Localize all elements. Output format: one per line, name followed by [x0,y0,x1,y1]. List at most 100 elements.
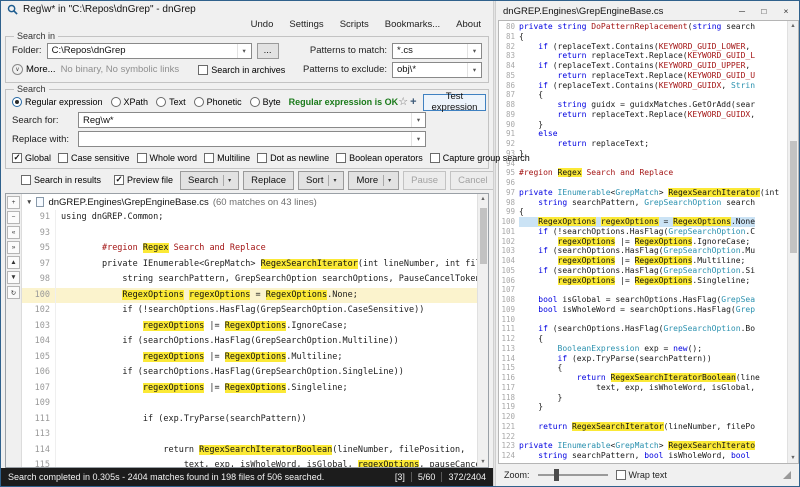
preview-code-line[interactable]: 87 { [499,90,787,100]
result-line[interactable]: 114 return RegexSearchIteratorBoolean(li… [22,442,477,458]
checkbox-whole-word[interactable]: Whole word [136,152,197,163]
checkbox-case-sensitive[interactable]: Case sensitive [58,152,130,163]
preview-code-line[interactable]: 115 { [499,363,787,373]
preview-code-line[interactable]: 113 BooleanExpression exp = new(); [499,344,787,354]
preview-code-line[interactable]: 110 [499,315,787,325]
scrollbar-thumb[interactable] [790,141,797,253]
reset-view-icon[interactable]: ↻ [7,286,20,299]
checkbox-boolean-operators[interactable]: Boolean operators [336,152,423,163]
preview-code-line[interactable]: 93} [499,149,787,159]
expand-all-icon[interactable]: + [7,196,20,209]
resize-grip-icon[interactable] [783,471,791,479]
preview-code-line[interactable]: 90 } [499,120,787,130]
preview-code-line[interactable]: 84 if (replaceText.Contains(KEYWORD_GUID… [499,61,787,71]
slider-thumb[interactable] [553,469,559,481]
preview-code-line[interactable]: 124 string searchPattern, bool isWholeWo… [499,451,787,461]
radio-xpath[interactable]: XPath [110,97,148,107]
result-line[interactable]: 106 if (searchOptions.HasFlag(GrepSearch… [22,365,477,381]
preview-code-line[interactable]: 85 return replaceText.Replace(KEYWORD_GU… [499,71,787,81]
preview-code-line[interactable]: 92 return replaceText; [499,139,787,149]
preview-code-line[interactable]: 80 private string DoPatternReplacement(st… [499,22,787,32]
radio-text[interactable]: Text [156,97,186,107]
maximize-button[interactable]: □ [753,4,775,19]
browse-folder-button[interactable]: ... [256,42,279,59]
preview-code-line[interactable]: 111 if (searchOptions.HasFlag(GrepSearch… [499,324,787,334]
preview-code-line[interactable]: 116 return RegexSearchIteratorBoolean(li… [499,373,787,383]
chevron-down-icon[interactable]: ▾ [236,43,251,58]
sort-button[interactable]: Sort ▾ [298,170,345,190]
scroll-up-icon[interactable]: ▲ [790,23,795,29]
preview-code-line[interactable]: 107 [499,285,787,295]
preview-code-line[interactable]: 118 } [499,393,787,403]
more-button[interactable]: More ▾ [348,170,400,190]
chevron-down-icon[interactable]: ▾ [223,174,231,186]
preview-scrollbar[interactable]: ▲ ▼ [787,21,798,463]
checkbox-search-in-results[interactable]: Search in results [21,175,101,185]
checkbox-global[interactable]: Global [12,152,51,163]
scroll-down-icon[interactable]: ▼ [790,455,795,461]
titlebar[interactable]: Reg\w* in "C:\Repos\dnGrep" - dnGrep [1,1,493,18]
preview-code-line[interactable]: 114 if (exp.TryParse(searchPattern)) [499,354,787,364]
preview-code-line[interactable]: 94 [499,159,787,169]
search-for-combobox[interactable]: Reg\w* ▾ [78,112,426,128]
chevron-down-icon[interactable]: ▾ [383,174,391,186]
preview-code-line[interactable]: 105 if (searchOptions.HasFlag(GrepSearch… [499,266,787,276]
preview-code-line[interactable]: 103 if (searchOptions.HasFlag(GrepSearch… [499,246,787,256]
result-file-node[interactable]: ▼ dnGREP.Engines\GrepEngineBase.cs (60 m… [22,194,477,210]
preview-code-line[interactable]: 91 else [499,129,787,139]
wrap-text-checkbox[interactable]: Wrap text [615,470,667,480]
preview-code-line[interactable]: 83 return replaceText.Replace(KEYWORD_GU… [499,51,787,61]
result-line[interactable]: 109 [22,396,477,412]
checkbox-preview-file[interactable]: Preview file [114,175,173,185]
patterns-exclude-combobox[interactable]: obj\* ▾ [392,61,482,78]
preview-code-line[interactable]: 119 } [499,402,787,412]
preview-code-line[interactable]: 122 [499,432,787,442]
checkbox-multiline[interactable]: Multiline [204,152,250,163]
chevron-down-icon[interactable]: ▾ [328,174,336,186]
result-line[interactable]: 97 private IEnumerable<GrepMatch> RegexS… [22,256,477,272]
folder-combobox[interactable]: C:\Repos\dnGrep ▾ [46,42,252,59]
preview-code-line[interactable]: 81 { [499,32,787,42]
preview-code-line[interactable]: 104 regexOptions |= RegexOptions.Multili… [499,256,787,266]
radio-regular-expression[interactable]: Regular expression [12,97,103,107]
preview-code-line[interactable]: 98 string searchPattern, GrepSearchOptio… [499,198,787,208]
search-button[interactable]: Search ▾ [180,170,240,190]
patterns-match-combobox[interactable]: *.cs ▾ [392,42,482,59]
result-line[interactable]: 105 regexOptions |= RegexOptions.Multili… [22,349,477,365]
preview-code-line[interactable]: 106 regexOptions |= RegexOptions.Singlel… [499,275,787,286]
menu-item-about[interactable]: About [456,19,481,30]
scrollbar-thumb[interactable] [480,208,487,264]
preview-code-line[interactable]: 88 string guidx = guidxMatches.GetOrAdd(… [499,100,787,110]
previous-match-icon[interactable]: ▲ [7,256,20,269]
result-line[interactable]: 98 string searchPattern, GrepSearchOptio… [22,272,477,288]
preview-code-line[interactable]: 101 if (!searchOptions.HasFlag(GrepSearc… [499,227,787,237]
preview-code-line[interactable]: 96 [499,178,787,188]
close-button[interactable]: × [775,4,797,19]
result-line[interactable]: 113 [22,427,477,443]
expander-icon[interactable]: ▼ [26,199,32,206]
chevron-down-icon[interactable]: ▾ [467,62,481,77]
result-line[interactable]: 115 text, exp, isWholeWord, isGlobal, re… [22,458,477,467]
replace-button[interactable]: Replace [243,170,295,190]
chevron-down-icon[interactable]: ▾ [467,43,481,58]
preview-code-line[interactable]: 109 bool isWholeWord = searchOptions.Has… [499,305,787,315]
radio-byte[interactable]: Byte [249,97,281,107]
result-line[interactable]: 103 regexOptions |= RegexOptions.IgnoreC… [22,318,477,334]
preview-code-line[interactable]: 82 if (replaceText.Contains(KEYWORD_GUID… [499,42,787,52]
add-bookmark-icon[interactable]: + [410,96,416,108]
preview-code-line[interactable]: 108 bool isGlobal = searchOptions.HasFla… [499,295,787,305]
checkbox-dot-as-newline[interactable]: Dot as newline [257,152,329,163]
result-line[interactable]: 102 if (!searchOptions.HasFlag(GrepSearc… [22,303,477,319]
menu-item-settings[interactable]: Settings [289,19,323,30]
chevron-down-icon[interactable]: ▾ [411,132,425,146]
test-expression-button[interactable]: Test expression [422,91,487,113]
favorite-star-icon[interactable]: ☆ [398,96,408,108]
results-scrollbar[interactable]: ▲ ▼ [477,194,488,467]
search-in-archives-checkbox[interactable]: Search in archives [198,64,285,75]
result-line[interactable]: 107 regexOptions |= RegexOptions.Singlel… [22,380,477,396]
preview-code-line[interactable]: 89 return replaceText.Replace(KEYWORD_GU… [499,110,787,120]
scroll-up-icon[interactable]: ▲ [480,196,485,202]
radio-phonetic[interactable]: Phonetic [193,97,242,107]
preview-code-line[interactable]: 120 [499,412,787,422]
next-match-icon[interactable]: ▼ [7,271,20,284]
